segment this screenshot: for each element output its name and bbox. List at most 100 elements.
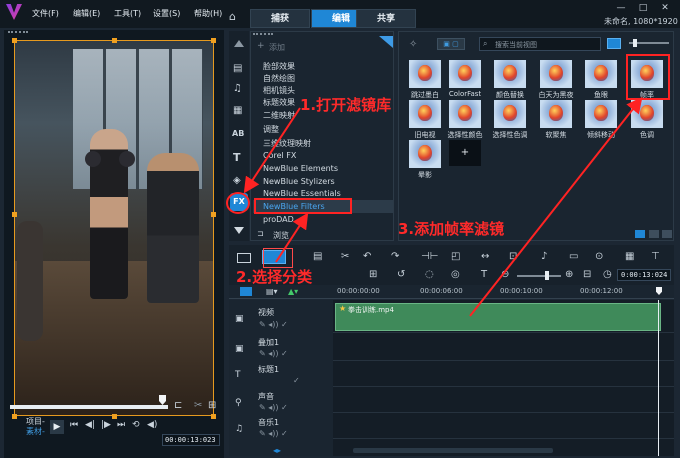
scroll-down-icon[interactable]	[234, 227, 244, 234]
category-item[interactable]: NewBlue Stylizers	[263, 177, 335, 186]
timeline-zoom-slider[interactable]	[517, 275, 561, 277]
add-icon[interactable]: +	[257, 41, 265, 51]
effect-thumb[interactable]	[585, 60, 617, 88]
tab-share[interactable]: 共享	[356, 9, 416, 28]
browse-icon[interactable]: ⊐	[257, 229, 264, 238]
track-check-icon[interactable]: ✓	[293, 376, 300, 385]
prev-frame-icon[interactable]: ◀|	[85, 420, 95, 430]
multicam-icon[interactable]: ⊡	[509, 251, 517, 262]
effect-thumb[interactable]	[409, 60, 441, 88]
resize-handle[interactable]	[211, 414, 216, 419]
storyboard-view-icon[interactable]	[237, 253, 251, 263]
grid-icon[interactable]: ⊞	[369, 269, 377, 280]
track-edit-icon[interactable]: ✎ ◂)) ✓	[259, 320, 288, 329]
go-start-icon[interactable]: ⏮	[70, 420, 78, 430]
zoom-slider-handle[interactable]	[633, 39, 637, 47]
home-icon[interactable]: ⌂	[229, 10, 243, 24]
timeline-scrollbar[interactable]	[353, 448, 553, 453]
resize-handle[interactable]	[211, 38, 216, 43]
minimize-icon[interactable]: —	[614, 3, 628, 14]
resize-handle[interactable]	[211, 212, 216, 217]
lasso-icon[interactable]: ◌	[425, 269, 434, 280]
add-track-icon[interactable]: ▲▾	[288, 287, 298, 296]
audio-icon[interactable]: ♫	[233, 83, 242, 94]
volume-icon[interactable]: ◀)	[147, 420, 157, 430]
ripple-icon[interactable]: ↺	[397, 269, 405, 280]
view-toggle-icon[interactable]	[240, 287, 252, 296]
chapter-icon[interactable]: ▦	[625, 251, 634, 262]
category-item[interactable]: 相机镜头	[263, 85, 295, 96]
add-effect-button[interactable]: +	[449, 140, 481, 166]
resize-handle[interactable]	[12, 212, 17, 217]
zoom-in-icon[interactable]: ⊕	[565, 269, 573, 280]
category-item[interactable]: NewBlue Essentials	[263, 189, 341, 198]
timeline-zoom-handle[interactable]	[545, 271, 549, 280]
thumbnail-size-button[interactable]	[607, 38, 621, 49]
trim-icon[interactable]: ⊏	[174, 400, 182, 411]
tools-icon[interactable]: ✂	[341, 251, 349, 262]
undo-icon[interactable]: ↶	[363, 251, 371, 262]
track-edit-icon[interactable]: ✎ ◂)) ✓	[259, 403, 288, 412]
track-edit-icon[interactable]: ✎ ◂)) ✓	[259, 349, 288, 358]
zoom-out-icon[interactable]: ⊖	[501, 269, 509, 280]
search-input[interactable]: 搜索当前视图	[495, 40, 537, 50]
effect-thumb[interactable]	[409, 140, 441, 168]
category-item[interactable]: 脸部效果	[263, 61, 295, 72]
category-item[interactable]: 自然绘图	[263, 73, 295, 84]
fit-project-icon[interactable]: ⊟	[583, 269, 591, 280]
add-button[interactable]: 添加	[269, 42, 285, 53]
text-tool-icon[interactable]: T	[481, 269, 487, 280]
graphics-icon[interactable]: ◈	[233, 175, 241, 186]
track-edit-icon[interactable]: ✎ ◂)) ✓	[259, 429, 288, 438]
category-item[interactable]: Corel FX	[263, 151, 296, 160]
audio-mixer-icon[interactable]: ♪	[541, 251, 547, 262]
layout-icon[interactable]: ⊞	[208, 400, 216, 411]
category-item[interactable]: 二维映射	[263, 110, 295, 121]
redo-icon[interactable]: ↷	[391, 251, 399, 262]
effect-thumb[interactable]	[409, 100, 441, 128]
resize-handle[interactable]	[112, 414, 117, 419]
effect-thumb[interactable]	[449, 60, 481, 88]
effect-thumb[interactable]	[631, 100, 663, 128]
category-item[interactable]: 调整	[263, 124, 279, 135]
resize-handle[interactable]	[112, 38, 117, 43]
blend-icon[interactable]: ◎	[451, 269, 460, 280]
effect-thumb[interactable]	[540, 60, 572, 88]
split-clip-icon[interactable]: ⊣⊢	[421, 251, 438, 262]
panel-options-icon[interactable]	[662, 230, 672, 238]
text-icon-ab[interactable]: AB	[232, 129, 244, 138]
resize-handle[interactable]	[12, 414, 17, 419]
media-icon[interactable]: ▤	[233, 63, 242, 74]
close-icon[interactable]: ✕	[658, 3, 672, 14]
scrubber-track[interactable]	[10, 405, 168, 409]
menu-edit[interactable]: 编辑(E)	[73, 8, 100, 19]
next-frame-icon[interactable]: |▶	[101, 420, 111, 430]
play-button[interactable]: ▶	[50, 420, 64, 434]
favorite-icon[interactable]: ✧	[409, 39, 417, 50]
menu-tools[interactable]: 工具(T)	[114, 8, 141, 19]
effect-thumb[interactable]	[585, 100, 617, 128]
timeline-tracks[interactable]: ★ 拳击训练.mp4	[333, 300, 674, 456]
category-item[interactable]: 三维纹理映射	[263, 138, 311, 149]
effect-thumb[interactable]	[449, 100, 481, 128]
effect-thumb[interactable]	[494, 60, 526, 88]
go-end-icon[interactable]: ⏭	[117, 420, 125, 430]
track-list-icon[interactable]: ▤▾	[266, 287, 278, 296]
category-item[interactable]: proDAD	[263, 215, 294, 224]
category-item[interactable]: NewBlue Elements	[263, 164, 338, 173]
effect-thumb[interactable]	[494, 100, 526, 128]
menu-settings[interactable]: 设置(S)	[153, 8, 180, 19]
panel-options-icon[interactable]	[649, 230, 659, 238]
resize-handle[interactable]	[12, 38, 17, 43]
title-icon[interactable]: T	[233, 151, 241, 164]
maximize-icon[interactable]: □	[636, 3, 650, 14]
view-toggle-button[interactable]: ▣ ▢	[437, 38, 465, 50]
instant-project-icon[interactable]: ▦	[233, 105, 242, 116]
category-item[interactable]: 标题效果	[263, 97, 295, 108]
tab-capture[interactable]: 捕获	[250, 9, 310, 28]
subtitle-icon[interactable]: ⊤	[651, 251, 660, 262]
screen-record-icon[interactable]: ⊙	[595, 251, 603, 262]
menu-help[interactable]: 帮助(H)	[194, 8, 222, 19]
browse-button[interactable]: 浏览	[273, 230, 289, 241]
preview-video[interactable]	[14, 40, 214, 416]
